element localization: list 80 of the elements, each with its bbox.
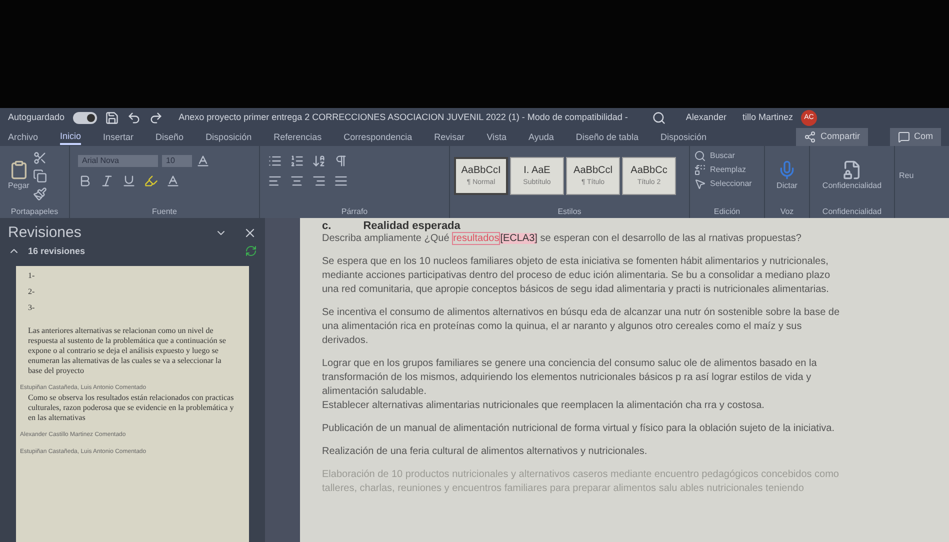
user-name: Alexander	[686, 111, 726, 124]
font-color-icon[interactable]	[166, 174, 180, 188]
body-paragraph: Se incentiva el consumo de alimentos alternativos en búsqu eda de alcanzar una nutr ón sostenible sobre la base de una alimentación rica en proteínas como la quinua, el ar naranto y algunos otro cereales como el maíz y sus derivados.	[322, 306, 841, 348]
paste-label[interactable]: Pegar	[8, 180, 30, 192]
paste-icon[interactable]	[8, 160, 29, 180]
ribbon-tab[interactable]: Disposición	[206, 130, 252, 144]
editing-button[interactable]: Reemplaz	[694, 164, 760, 176]
cut-icon[interactable]	[33, 151, 48, 165]
body-paragraph: Lograr que en los grupos familiares se genere una conciencia del consumo saluc ole de alimentos basado en la transformación de los mismos, adquiriendo los elementos nutricionales básicos p ra así lograr estilos de vida y alimentación saludable. Establecer alternativas alimentarias nutricionales que reemplacen la alimentación cha rra y costosa.	[322, 357, 818, 413]
list-number: 1-	[28, 270, 36, 282]
justify-icon[interactable]	[334, 174, 348, 188]
ribbon-tab[interactable]: Insertar	[103, 130, 134, 144]
comments-button[interactable]: Com	[890, 128, 941, 146]
align-right-icon[interactable]	[312, 174, 326, 188]
search-icon[interactable]	[652, 111, 666, 125]
body-paragraph: Publicación de un manual de alimentación nutricional de forma virtual y físico para la oblación sujeto de la iniciativa.	[322, 422, 836, 436]
comment-icon	[898, 131, 910, 143]
ribbon-tab[interactable]: Archivo	[8, 130, 38, 144]
document-title: Anexo proyecto primer entrega 2 CORRECCIONES ASOCIACION JUVENIL 2022 (1) - Modo de compatibilidad -	[178, 111, 628, 124]
heading-number: c.	[322, 220, 332, 232]
cursor-icon	[694, 178, 706, 190]
highlighter-icon[interactable]	[144, 174, 158, 188]
ribbon-tab[interactable]: Referencias	[274, 130, 322, 144]
list-number: 3-	[28, 302, 36, 314]
ribbon-tab[interactable]: Revisar	[434, 130, 465, 144]
underline-icon[interactable]	[122, 174, 136, 188]
comment-text: Como se observa los resultados están relacionados con practicas culturales, razon poderosa que se evidencie en la problemática y en las alternativas	[28, 393, 235, 423]
pane-title: Revisiones	[8, 223, 82, 243]
ribbon-tab[interactable]: Correspondencia	[344, 130, 412, 144]
group-label: Portapapeles	[10, 206, 60, 218]
font-size-field[interactable]: 10	[162, 155, 192, 167]
revision-count: 16 revisiones	[28, 244, 86, 258]
save-icon[interactable]	[104, 111, 119, 125]
share-button[interactable]: Compartir	[796, 128, 868, 146]
group-label: Confidencialidad	[821, 206, 883, 218]
locked-file-icon	[842, 160, 862, 180]
ribbon-tab[interactable]: Vista	[486, 130, 507, 144]
ribbon-tab[interactable]: Diseño de tabla	[576, 130, 638, 144]
ribbon-tab[interactable]: Disposición	[660, 130, 706, 144]
bullet-list-icon[interactable]	[268, 154, 282, 168]
italic-icon[interactable]	[100, 174, 114, 188]
ribbon-tab[interactable]: Ayuda	[528, 130, 554, 144]
body-paragraph: Realización de una feria cultural de alimentos alternativos y nutricionales.	[322, 445, 648, 459]
undo-icon[interactable]	[126, 111, 141, 125]
revision-text: Las anteriores alternativas se relacionan como un nivel de respuesta al sustento de la problemática que a continuación se expone o al contrario se deja el análisis expuesto y luego se enumeran las alternativas de las cuales se va a seleccionar la base del proyecto	[28, 326, 227, 376]
font-name-field[interactable]: Arial Nova	[78, 155, 158, 167]
ribbon-tab[interactable]: Diseño	[156, 130, 184, 144]
comment-reference[interactable]: [ECLA3]	[500, 233, 538, 244]
group-label: Edición	[712, 206, 742, 218]
list-number: 2-	[28, 286, 36, 298]
redo-icon[interactable]	[148, 111, 163, 125]
user-name: tillo Martinez	[742, 111, 793, 124]
sensitivity-button[interactable]: Confidencialidad	[810, 146, 894, 206]
replace-icon	[694, 164, 706, 176]
refresh-icon[interactable]	[245, 245, 257, 258]
autosave-toggle[interactable]	[72, 112, 97, 124]
copy-icon[interactable]	[33, 169, 48, 183]
align-center-icon[interactable]	[290, 174, 304, 188]
dictate-button[interactable]: Dictar	[765, 146, 809, 206]
numbered-list-icon[interactable]	[290, 154, 304, 168]
group-label: Fuente	[151, 206, 178, 218]
format-painter-icon[interactable]	[33, 187, 48, 201]
share-icon	[804, 131, 816, 143]
question-text: Describa ampliamente ¿Qué resultados[ECLA3] se esperan con el desarrollo de las al rnativas propuestas?	[322, 232, 802, 246]
pilcrow-icon[interactable]	[334, 154, 348, 168]
bold-icon[interactable]	[78, 174, 92, 188]
font-color-icon[interactable]	[196, 154, 210, 168]
editing-button[interactable]: Buscar	[694, 150, 760, 162]
sort-icon[interactable]	[312, 154, 326, 168]
editing-button[interactable]: Seleccionar	[694, 178, 760, 190]
align-left-icon[interactable]	[268, 174, 282, 188]
heading: Realidad esperada	[363, 220, 460, 232]
autosave-label: Autoguardado	[8, 111, 65, 124]
ribbon-button[interactable]: Reu	[895, 146, 918, 182]
group-label: Voz	[779, 206, 795, 218]
body-paragraph: Elaboración de 10 productos nutricionales y alternativos caseros mediante encuentro pedagógicos concebidos como talleres, charlas, reuniones y encuentros familiares para preparar alimentos salu ables nutricionales teniendo	[322, 468, 840, 496]
search-icon	[694, 150, 706, 162]
body-paragraph: Se espera que en los 10 nucleos familiares objeto de esta iniciativa se fomenten hábit alimentarios y nutricionales, mediante acciones participativas dentro del proceso de educ ición alimentaria. Se bu a consolidar a mediano plazo una red comunitaria, que apropie conceptos básicos de segu idad alimentaria y practi is nutricionales alimentarias.	[322, 255, 832, 297]
group-label: Estilos	[556, 206, 582, 218]
group-label: Párrafo	[340, 206, 369, 218]
